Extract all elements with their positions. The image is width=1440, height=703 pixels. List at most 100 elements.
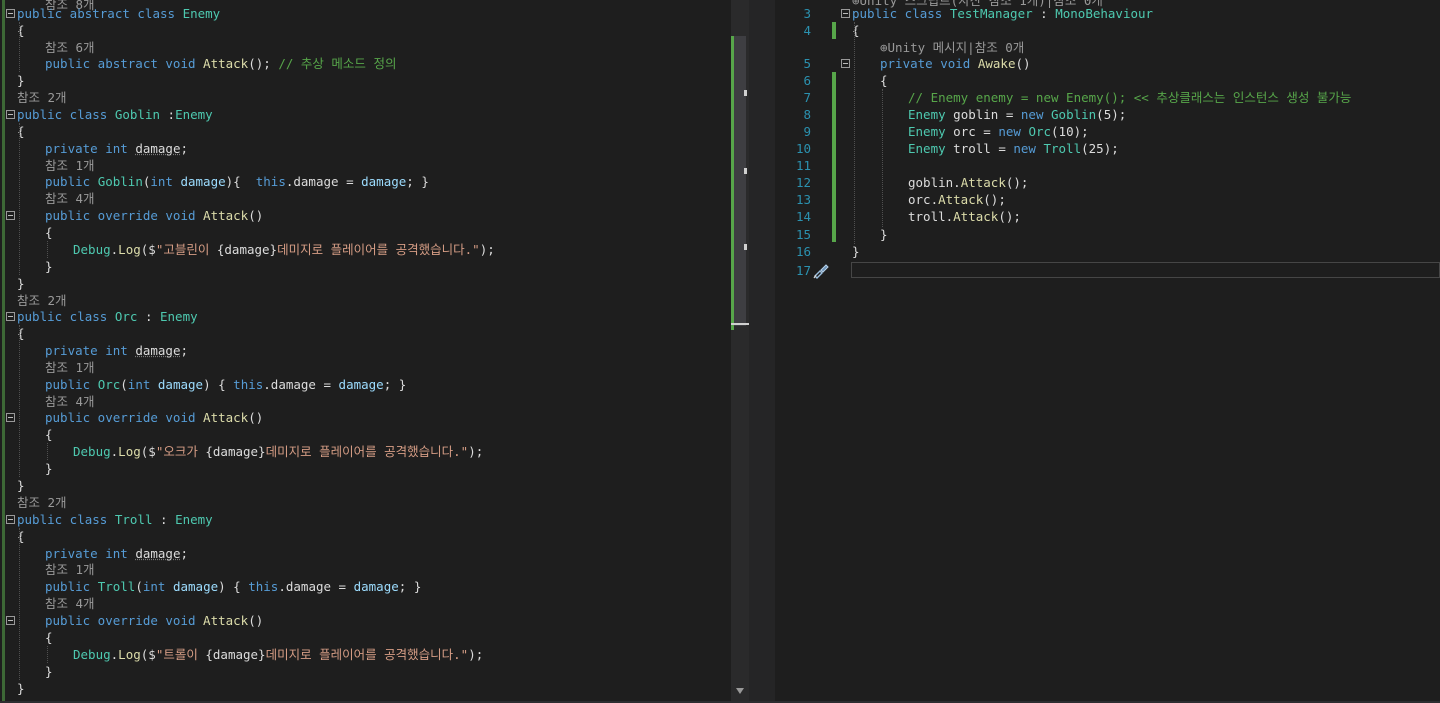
code-token: private int <box>45 546 136 561</box>
code-token: ; } <box>406 174 429 189</box>
code-token: Enemy <box>908 107 946 122</box>
code-cleanup-brush-icon[interactable] <box>812 263 830 279</box>
code-token: Debug <box>73 242 111 257</box>
collapse-toggle-awake-method[interactable] <box>841 59 850 68</box>
code-line[interactable]: orc.Attack(); <box>908 191 1006 208</box>
code-line[interactable]: } <box>17 72 25 89</box>
left-vertical-scrollbar[interactable] <box>731 0 749 703</box>
code-line[interactable]: { <box>880 72 888 89</box>
code-line[interactable]: 참조 6개 <box>45 39 95 56</box>
code-line[interactable]: troll.Attack(); <box>908 208 1021 225</box>
code-token: public override void <box>45 613 204 628</box>
indent-guide <box>47 443 48 460</box>
collapse-toggle-goblin-class[interactable] <box>6 110 15 119</box>
code-token: public class <box>852 6 950 21</box>
code-token: public class <box>17 309 115 324</box>
scrollbar-caret-position <box>731 323 749 325</box>
code-line[interactable]: ⊕Unity 메시지|참조 0개 <box>880 39 1024 56</box>
code-line[interactable]: public abstract class Enemy <box>17 5 220 22</box>
left-editor-pane[interactable]: 참조 8개 public abstract class Enemy{참조 6개 pu… <box>0 0 730 703</box>
code-token: ($ <box>140 647 156 662</box>
code-line[interactable]: goblin.Attack(); <box>908 174 1028 191</box>
code-token: "트롤이 <box>155 647 206 662</box>
code-line[interactable]: public class TestManager : MonoBehaviour <box>852 5 1153 22</box>
code-line[interactable]: Debug.Log($"오크가 {damage}데미지로 플레이어를 공격했습니… <box>73 443 483 460</box>
codelens-reference-count[interactable]: 참조 2개 <box>17 293 67 308</box>
code-line[interactable]: public override void Attack() <box>45 409 263 426</box>
codelens-reference-count[interactable]: 참조 1개 <box>45 562 95 577</box>
code-line[interactable]: } <box>852 243 860 260</box>
collapse-toggle-goblin-attack[interactable] <box>6 211 15 220</box>
code-line[interactable]: 참조 2개 <box>17 494 67 511</box>
scroll-down-arrow-icon[interactable] <box>736 688 744 694</box>
collapse-toggle-testmanager-class[interactable] <box>841 9 850 18</box>
collapse-toggle-enemy-class[interactable] <box>6 9 15 18</box>
code-token: Attack <box>203 410 249 425</box>
right-editor-pane[interactable]: ⊕Unity 스크립트(자산 참조 1개)|참조 0개 public class … <box>775 0 1440 703</box>
code-line[interactable]: private int damage; <box>45 342 188 359</box>
line-number: 11 <box>795 158 811 173</box>
code-line[interactable]: 참조 1개 <box>45 561 95 578</box>
code-line[interactable]: public Orc(int damage) { this.damage = d… <box>45 376 406 393</box>
code-line[interactable]: { <box>45 426 53 443</box>
collapse-toggle-orc-attack[interactable] <box>6 413 15 422</box>
code-line[interactable]: } <box>45 663 53 680</box>
code-line[interactable]: } <box>17 680 25 697</box>
codelens-reference-count[interactable]: 참조 4개 <box>45 394 95 409</box>
code-line[interactable]: 참조 2개 <box>17 292 67 309</box>
code-line[interactable]: Enemy goblin = new Goblin(5); <box>908 106 1126 123</box>
code-line[interactable]: private void Awake() <box>880 55 1031 72</box>
codelens-reference-count[interactable]: 참조 2개 <box>17 90 67 105</box>
code-line[interactable]: Debug.Log($"고블린이 {damage}데미지로 플레이어를 공격했습… <box>73 241 495 258</box>
code-line[interactable]: { <box>45 629 53 646</box>
editor-splitter[interactable] <box>749 0 775 703</box>
code-line[interactable]: public class Troll : Enemy <box>17 511 213 528</box>
code-line[interactable]: public Goblin(int damage){ this.damage =… <box>45 173 429 190</box>
code-token: Enemy <box>175 107 213 122</box>
code-line[interactable]: 참조 1개 <box>45 157 95 174</box>
code-line[interactable]: 참조 4개 <box>45 190 95 207</box>
code-line[interactable]: } <box>17 477 25 494</box>
scrollbar-thumb[interactable] <box>734 36 746 326</box>
code-line[interactable]: 참조 4개 <box>45 393 95 410</box>
code-token: Attack <box>960 175 1006 190</box>
code-line[interactable]: private int damage; <box>45 140 188 157</box>
code-token: ){ <box>225 174 256 189</box>
codelens-reference-count[interactable]: 참조 2개 <box>17 495 67 510</box>
code-line[interactable]: public override void Attack() <box>45 612 263 629</box>
code-line[interactable]: public class Orc : Enemy <box>17 308 198 325</box>
codelens-reference-count[interactable]: ⊕Unity 메시지|참조 0개 <box>880 40 1024 55</box>
code-line[interactable]: 참조 4개 <box>45 595 95 612</box>
collapse-toggle-troll-class[interactable] <box>6 515 15 524</box>
code-line[interactable]: public abstract void Attack(); // 추상 메소드… <box>45 55 396 72</box>
code-line[interactable]: } <box>45 460 53 477</box>
code-line[interactable]: } <box>17 275 25 292</box>
codelens-reference-count[interactable]: 참조 1개 <box>45 158 95 173</box>
code-token: damage <box>338 377 384 392</box>
code-line[interactable]: private int damage; <box>45 545 188 562</box>
code-line[interactable]: // Enemy enemy = new Enemy(); << 추상클래스는 … <box>908 89 1351 106</box>
code-token: .damage = <box>263 377 339 392</box>
code-line[interactable]: 참조 1개 <box>45 359 95 376</box>
code-line[interactable]: public Troll(int damage) { this.damage =… <box>45 578 421 595</box>
code-line[interactable]: Enemy troll = new Troll(25); <box>908 140 1119 157</box>
code-token: (5); <box>1096 107 1127 122</box>
code-line[interactable]: { <box>45 224 53 241</box>
indent-guide <box>47 241 48 258</box>
collapse-toggle-orc-class[interactable] <box>6 312 15 321</box>
code-line[interactable]: } <box>880 226 888 243</box>
code-line[interactable]: Debug.Log($"트롤이 {damage}데미지로 플레이어를 공격했습니… <box>73 646 483 663</box>
code-line[interactable]: public class Goblin :Enemy <box>17 106 213 123</box>
codelens-reference-count[interactable]: 참조 1개 <box>45 360 95 375</box>
code-line[interactable]: Enemy orc = new Orc(10); <box>908 123 1089 140</box>
code-token: new <box>1013 141 1044 156</box>
code-line[interactable]: public override void Attack() <box>45 207 263 224</box>
code-line[interactable]: } <box>45 258 53 275</box>
code-line[interactable]: 참조 2개 <box>17 89 67 106</box>
codelens-reference-count[interactable]: 참조 4개 <box>45 596 95 611</box>
codelens-reference-count[interactable]: 참조 6개 <box>45 40 95 55</box>
code-token: ( <box>120 377 128 392</box>
collapse-toggle-troll-attack[interactable] <box>6 616 15 625</box>
code-token: private void <box>880 56 978 71</box>
codelens-reference-count[interactable]: 참조 4개 <box>45 191 95 206</box>
